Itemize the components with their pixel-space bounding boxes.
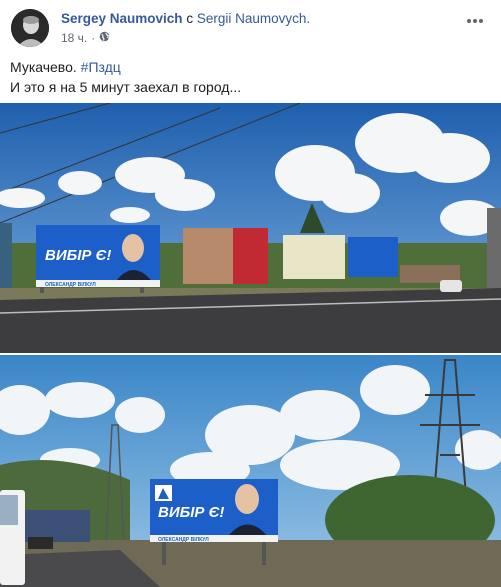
- post-text-prefix: Мукачево.: [10, 59, 77, 75]
- billboard-slogan: ВИБІР Є!: [45, 247, 111, 264]
- timestamp-link[interactable]: 18 ч.: [61, 31, 87, 45]
- coauthor-link[interactable]: Sergii Naumovych.: [197, 11, 310, 26]
- billboard2-slogan: ВИБІР Є!: [158, 504, 224, 521]
- with-connector: с: [186, 11, 194, 26]
- globe-icon[interactable]: [99, 31, 110, 45]
- avatar[interactable]: [11, 9, 49, 47]
- billboard2-name: ОЛЕКСАНДР ВІЛКУЛ: [158, 537, 209, 543]
- photo-street-billboards: ВИБІР Є! ОЛЕКСАНДР ВІЛКУЛ: [0, 103, 501, 353]
- billboard-name: ОЛЕКСАНДР ВІЛКУЛ: [45, 282, 96, 288]
- post-text-line1: Мукачево. #Пздц: [10, 57, 241, 77]
- post-header: Sergey Naumovich с Sergii Naumovych. 18 …: [10, 8, 491, 52]
- post-text: Мукачево. #Пздц И это я на 5 минут заеха…: [10, 57, 241, 97]
- post-meta: 18 ч. ·: [61, 31, 110, 45]
- hashtag-link[interactable]: #Пздц: [81, 59, 121, 75]
- photo-highway-billboard: ВИБІР Є! ОЛЕКСАНДР ВІЛКУЛ: [0, 355, 501, 587]
- post-photo-1[interactable]: ВИБІР Є! ОЛЕКСАНДР ВІЛКУЛ: [0, 103, 501, 353]
- post-photo-2[interactable]: ВИБІР Є! ОЛЕКСАНДР ВІЛКУЛ: [0, 355, 501, 587]
- author-line: Sergey Naumovich с Sergii Naumovych.: [61, 11, 310, 26]
- avatar-photo: [11, 9, 49, 47]
- meta-separator: ·: [91, 31, 96, 45]
- author-name-link[interactable]: Sergey Naumovich: [61, 11, 183, 26]
- ellipsis-icon[interactable]: [465, 14, 485, 26]
- post-text-line2: И это я на 5 минут заехал в город...: [10, 79, 242, 95]
